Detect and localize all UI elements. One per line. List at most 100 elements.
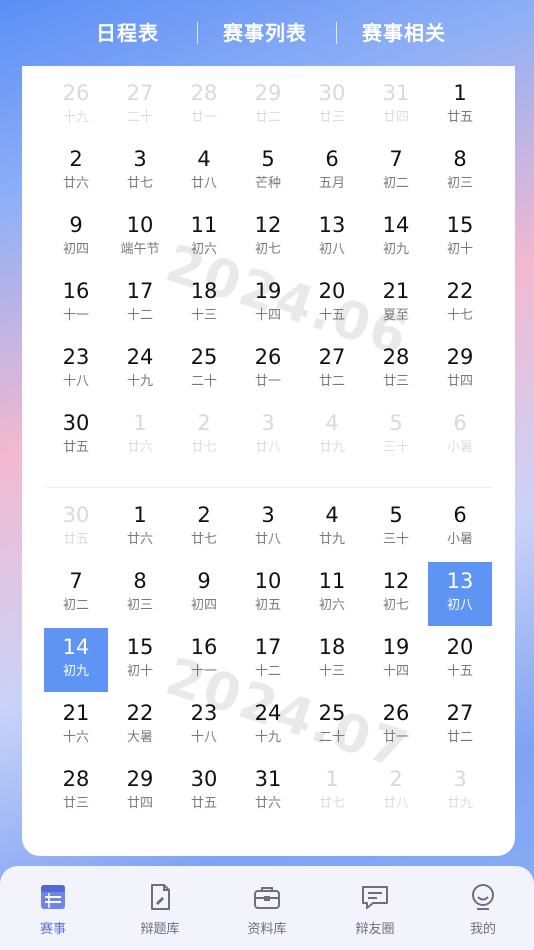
- day-cell[interactable]: 4 廿九: [300, 404, 364, 468]
- day-cell[interactable]: 5 三十: [364, 496, 428, 560]
- day-number: 22: [126, 701, 154, 725]
- day-cell[interactable]: 16 十一: [44, 272, 108, 336]
- day-cell[interactable]: 18 十三: [172, 272, 236, 336]
- day-cell[interactable]: 1 廿六: [108, 404, 172, 468]
- day-cell[interactable]: 3 廿七: [108, 140, 172, 204]
- day-cell[interactable]: 6 小暑: [428, 496, 492, 560]
- day-cell[interactable]: 9 初四: [44, 206, 108, 270]
- day-cell[interactable]: 15 初十: [428, 206, 492, 270]
- day-cell[interactable]: 7 初二: [44, 562, 108, 626]
- lunar-date: 初六: [318, 598, 345, 613]
- lunar-date: 十四: [254, 308, 281, 323]
- day-cell[interactable]: 12 初七: [236, 206, 300, 270]
- day-cell[interactable]: 12 初七: [364, 562, 428, 626]
- day-cell[interactable]: 3 廿八: [236, 404, 300, 468]
- day-cell[interactable]: 5 芒种: [236, 140, 300, 204]
- day-cell[interactable]: 23 十八: [172, 694, 236, 758]
- day-number: 21: [62, 701, 90, 725]
- lunar-date: 初八: [446, 598, 473, 613]
- day-cell[interactable]: 4 廿八: [172, 140, 236, 204]
- nav-item-debater-circle[interactable]: 辩友圈: [335, 882, 415, 937]
- day-cell[interactable]: 20 十五: [428, 628, 492, 692]
- day-cell[interactable]: 18 十三: [300, 628, 364, 692]
- day-cell[interactable]: 2 廿七: [172, 404, 236, 468]
- day-cell[interactable]: 31 廿四: [364, 74, 428, 138]
- day-cell[interactable]: 25 二十: [172, 338, 236, 402]
- day-cell[interactable]: 3 廿八: [236, 496, 300, 560]
- day-cell[interactable]: 10 端午节: [108, 206, 172, 270]
- day-cell[interactable]: 16 十一: [172, 628, 236, 692]
- day-cell[interactable]: 28 廿三: [44, 760, 108, 824]
- tab-match-related[interactable]: 赛事相关: [362, 16, 446, 50]
- day-cell[interactable]: 28 廿三: [364, 338, 428, 402]
- day-cell[interactable]: 8 初三: [108, 562, 172, 626]
- day-cell[interactable]: 10 初五: [236, 562, 300, 626]
- day-cell[interactable]: 21 十六: [44, 694, 108, 758]
- day-cell[interactable]: 25 二十: [300, 694, 364, 758]
- day-cell[interactable]: 23 十八: [44, 338, 108, 402]
- day-cell[interactable]: 4 廿九: [300, 496, 364, 560]
- day-cell[interactable]: 1 廿七: [300, 760, 364, 824]
- day-number: 19: [254, 279, 282, 303]
- day-cell[interactable]: 30 廿五: [44, 496, 108, 560]
- day-cell[interactable]: 21 夏至: [364, 272, 428, 336]
- day-cell[interactable]: 1 廿六: [108, 496, 172, 560]
- day-cell[interactable]: 30 廿五: [44, 404, 108, 468]
- day-cell[interactable]: 30 廿五: [172, 760, 236, 824]
- day-cell[interactable]: 27 廿二: [428, 694, 492, 758]
- day-cell[interactable]: 13 初八: [300, 206, 364, 270]
- day-cell[interactable]: 17 十二: [108, 272, 172, 336]
- day-cell[interactable]: 26 十九: [44, 74, 108, 138]
- day-cell[interactable]: 1 廿五: [428, 74, 492, 138]
- day-cell[interactable]: 29 廿四: [428, 338, 492, 402]
- day-cell[interactable]: 26 廿一: [364, 694, 428, 758]
- day-cell[interactable]: 27 廿二: [300, 338, 364, 402]
- day-cell[interactable]: 22 大暑: [108, 694, 172, 758]
- day-cell[interactable]: 2 廿六: [44, 140, 108, 204]
- day-cell[interactable]: 24 十九: [236, 694, 300, 758]
- day-number: 3: [133, 147, 147, 171]
- day-cell[interactable]: 9 初四: [172, 562, 236, 626]
- nav-item-topic-library[interactable]: 辩题库: [120, 882, 200, 937]
- nav-item-matches[interactable]: 赛事: [13, 882, 93, 937]
- day-cell[interactable]: 11 初六: [172, 206, 236, 270]
- tab-schedule[interactable]: 日程表: [96, 16, 159, 50]
- day-cell[interactable]: 19 十四: [236, 272, 300, 336]
- day-cell[interactable]: 11 初六: [300, 562, 364, 626]
- day-number: 15: [446, 213, 474, 237]
- day-cell[interactable]: 29 廿四: [108, 760, 172, 824]
- day-cell[interactable]: 24 十九: [108, 338, 172, 402]
- selected-day-cell[interactable]: 14 初九: [44, 628, 108, 692]
- lunar-date: 初三: [126, 598, 153, 613]
- day-cell[interactable]: 28 廿一: [172, 74, 236, 138]
- day-cell[interactable]: 2 廿八: [364, 760, 428, 824]
- day-cell[interactable]: 3 廿九: [428, 760, 492, 824]
- day-cell[interactable]: 31 廿六: [236, 760, 300, 824]
- tab-match-list[interactable]: 赛事列表: [223, 16, 307, 50]
- nav-label: 我的: [469, 922, 496, 937]
- day-cell[interactable]: 29 廿二: [236, 74, 300, 138]
- lunar-date: 廿二: [446, 730, 473, 745]
- day-cell[interactable]: 8 初三: [428, 140, 492, 204]
- day-cell[interactable]: 14 初九: [364, 206, 428, 270]
- selected-day-cell[interactable]: 13 初八: [428, 562, 492, 626]
- day-cell[interactable]: 20 十五: [300, 272, 364, 336]
- nav-item-resource-library[interactable]: 资料库: [227, 882, 307, 937]
- day-cell[interactable]: 7 初二: [364, 140, 428, 204]
- day-cell[interactable]: 2 廿七: [172, 496, 236, 560]
- lunar-date: 廿八: [254, 440, 281, 455]
- day-cell[interactable]: 19 十四: [364, 628, 428, 692]
- day-cell[interactable]: 15 初十: [108, 628, 172, 692]
- lunar-date: 廿八: [382, 796, 409, 811]
- day-cell[interactable]: 26 廿一: [236, 338, 300, 402]
- lunar-date: 十七: [446, 308, 473, 323]
- day-cell[interactable]: 5 三十: [364, 404, 428, 468]
- day-cell[interactable]: 6 小暑: [428, 404, 492, 468]
- nav-item-me[interactable]: 我的: [443, 882, 523, 937]
- lunar-date: 廿五: [446, 110, 473, 125]
- day-cell[interactable]: 30 廿三: [300, 74, 364, 138]
- day-cell[interactable]: 17 十二: [236, 628, 300, 692]
- day-cell[interactable]: 6 五月: [300, 140, 364, 204]
- day-cell[interactable]: 22 十七: [428, 272, 492, 336]
- day-cell[interactable]: 27 二十: [108, 74, 172, 138]
